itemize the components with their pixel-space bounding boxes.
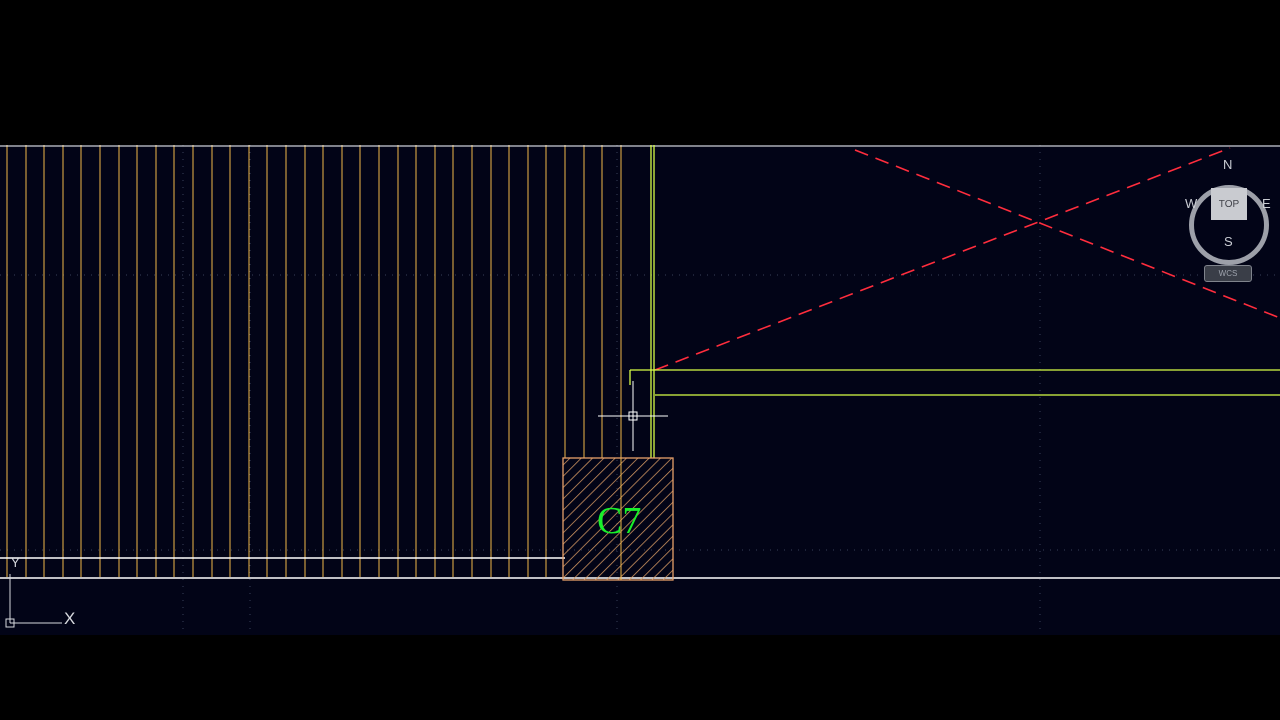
- ucs-icon: [5, 574, 62, 628]
- viewcube-icon[interactable]: TOP N S W E WCS: [1182, 145, 1280, 295]
- crosshair-cursor-icon: [598, 381, 668, 451]
- drawing-canvas[interactable]: TOP N S W E WCS Y X C7: [0, 145, 1280, 635]
- viewcube-top-face[interactable]: TOP: [1211, 188, 1247, 220]
- ucs-x-axis-label: X: [64, 609, 76, 628]
- compass-east-label[interactable]: E: [1262, 196, 1271, 211]
- drawing-svg[interactable]: [0, 145, 1280, 635]
- compass-west-label[interactable]: W: [1185, 196, 1197, 211]
- compass-north-label[interactable]: N: [1223, 157, 1232, 172]
- reinforcement-bars: [6, 145, 622, 577]
- ucs-y-axis-label: Y: [11, 555, 20, 570]
- wcs-menu-button[interactable]: WCS: [1204, 265, 1252, 282]
- compass-south-label[interactable]: S: [1224, 234, 1233, 249]
- column-tag-c7[interactable]: C7: [597, 502, 641, 540]
